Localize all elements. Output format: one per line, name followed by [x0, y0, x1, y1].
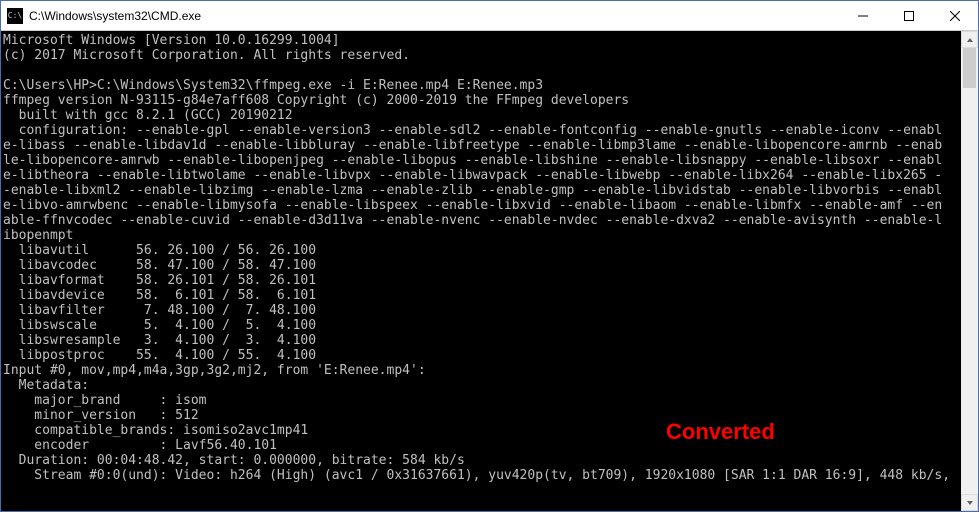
cmd-window: C:\ C:\Windows\system32\CMD.exe Microsof… — [0, 0, 979, 512]
scrollbar-track[interactable] — [961, 48, 978, 494]
converted-annotation: Converted — [666, 419, 775, 445]
minimize-button[interactable] — [840, 1, 886, 30]
scrollbar-thumb[interactable] — [963, 48, 976, 88]
window-title: C:\Windows\system32\CMD.exe — [29, 9, 840, 23]
terminal-output[interactable]: Microsoft Windows [Version 10.0.16299.10… — [1, 31, 961, 511]
maximize-button[interactable] — [886, 1, 932, 30]
scroll-up-button[interactable] — [961, 31, 978, 48]
close-button[interactable] — [932, 1, 978, 30]
titlebar[interactable]: C:\ C:\Windows\system32\CMD.exe — [1, 1, 978, 31]
terminal-area: Microsoft Windows [Version 10.0.16299.10… — [1, 31, 978, 511]
vertical-scrollbar[interactable] — [961, 31, 978, 511]
scroll-down-button[interactable] — [961, 494, 978, 511]
window-controls — [840, 1, 978, 30]
cmd-icon: C:\ — [7, 8, 23, 24]
